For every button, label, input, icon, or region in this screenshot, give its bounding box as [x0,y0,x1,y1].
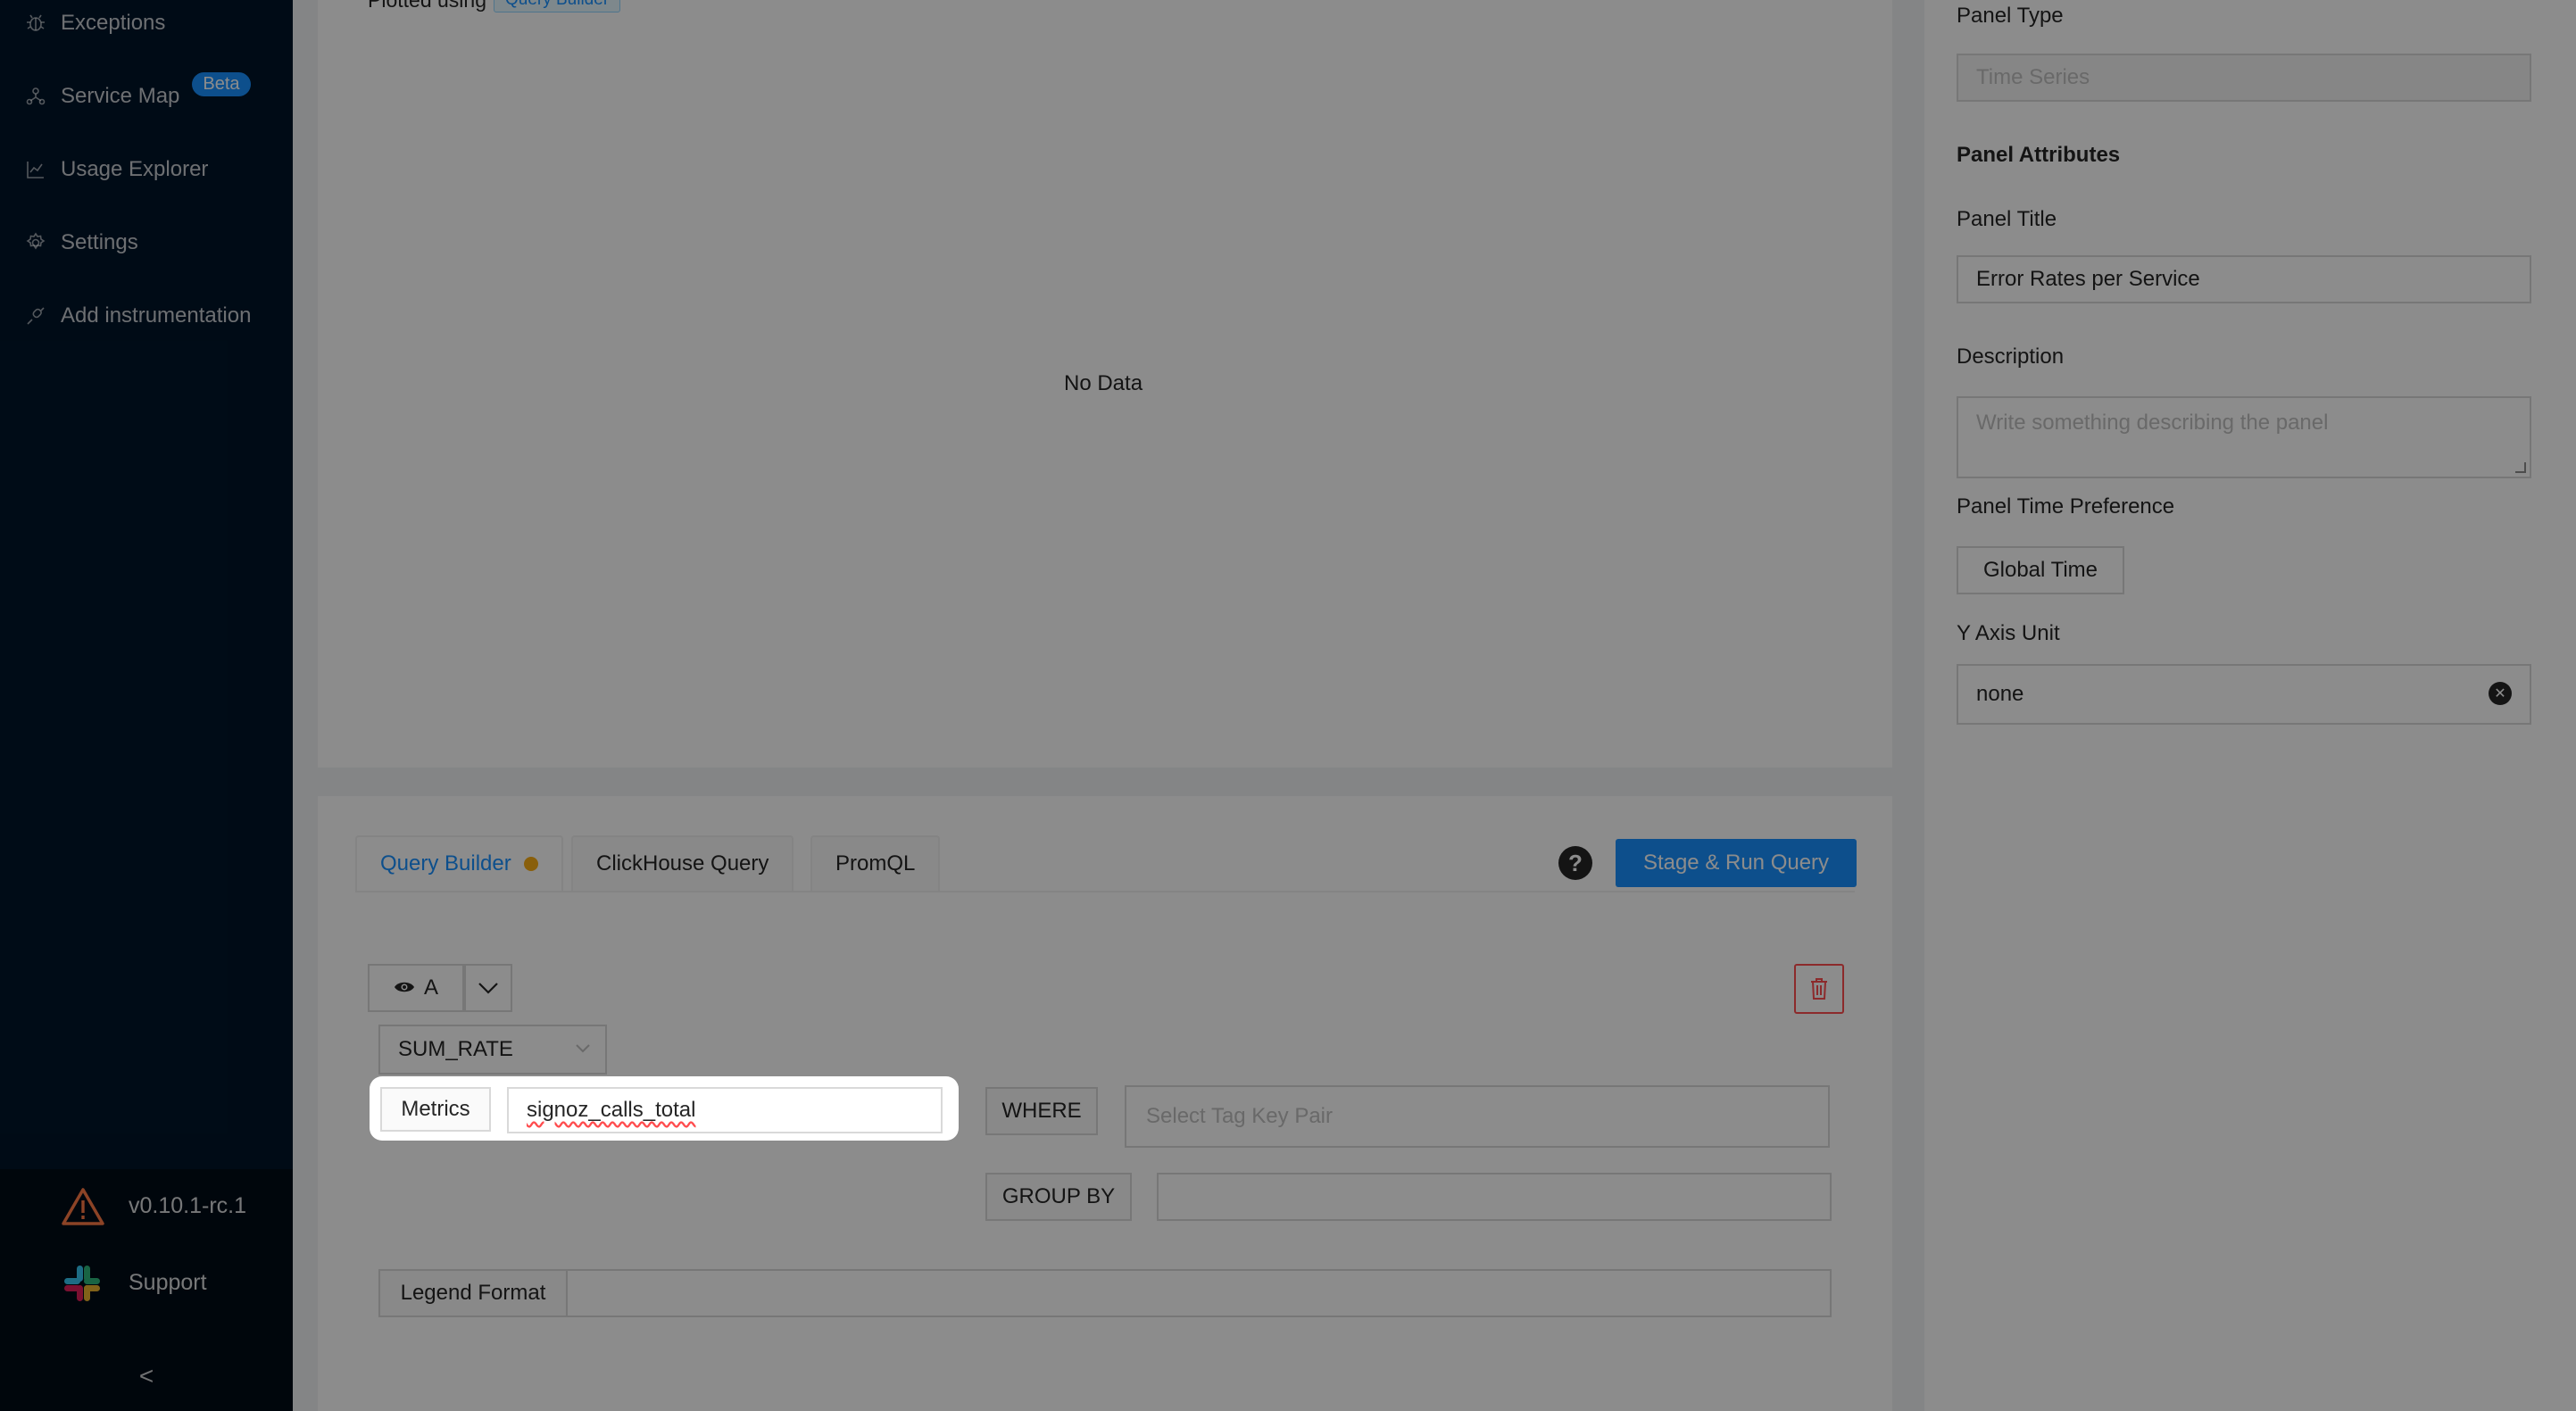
metric-name-input[interactable]: signoz_calls_total [507,1087,943,1133]
metrics-label: Metrics [380,1087,491,1132]
sidebar-item-label: Settings [61,230,138,254]
tab-label: ClickHouse Query [596,851,769,876]
sidebar-item-usage-explorer[interactable]: Usage Explorer [0,143,293,196]
panel-title-input[interactable]: Error Rates per Service [1957,255,2531,303]
y-axis-unit-label: Y Axis Unit [1957,621,2060,645]
sidebar-item-service-map[interactable]: Service Map Beta [0,70,293,123]
tab-label: Query Builder [380,851,511,876]
bug-icon [25,12,46,34]
legend-format-input[interactable] [566,1269,1832,1317]
metric-name-value: signoz_calls_total [527,1098,696,1122]
chevron-down-icon [575,1039,591,1059]
group-by-input[interactable] [1157,1173,1832,1221]
clear-icon[interactable]: ✕ [2489,682,2512,705]
eye-icon [394,976,415,1000]
resize-handle-icon[interactable] [2515,462,2526,473]
unsaved-dot [523,857,538,871]
delete-query-button[interactable] [1794,964,1844,1014]
panel-title-label: Panel Title [1957,207,2057,231]
global-time-button[interactable]: Global Time [1957,546,2124,594]
query-name: A [423,975,438,1000]
api-icon [25,305,46,327]
panel-type-label: Panel Type [1957,4,2064,28]
beta-badge: Beta [192,71,251,96]
tab-query-builder[interactable]: Query Builder [355,835,563,891]
sidebar-collapse-button[interactable]: < [0,1340,293,1411]
legend-format-label: Legend Format [378,1269,568,1317]
query-visibility-toggle[interactable]: A [368,964,464,1012]
sidebar-item-label: Service Map [61,84,180,108]
sidebar-item-label: Add instrumentation [61,303,252,328]
sidebar-item-label: Exceptions [61,11,166,35]
version-text: v0.10.1-rc.1 [129,1192,247,1218]
question-icon[interactable]: ? [1558,846,1592,880]
line-chart-icon [25,159,46,180]
group-by-label: GROUP BY [985,1173,1132,1221]
where-label: WHERE [985,1087,1098,1135]
deployment-icon [25,86,46,107]
slack-icon [64,1266,100,1301]
sidebar-item-settings[interactable]: Settings [0,216,293,270]
trash-icon [1811,978,1827,1000]
plotted-using: Plotted using Query Builder [368,0,621,12]
description-placeholder: Write something describing the panel [1976,411,2329,435]
description-textarea[interactable]: Write something describing the panel [1957,396,2531,478]
tab-clickhouse-query[interactable]: ClickHouse Query [571,835,794,891]
support-link[interactable]: Support [0,1246,293,1319]
gear-icon [25,232,46,253]
support-label: Support [129,1269,207,1295]
tabs-divider [355,891,1855,892]
time-preference-label: Panel Time Preference [1957,494,2175,519]
stage-run-query-button[interactable]: Stage & Run Query [1616,839,1857,887]
aggregate-value: SUM_RATE [398,1037,513,1061]
query-collapse-button[interactable] [464,964,512,1012]
chevron-left-icon: < [138,1361,154,1390]
aggregate-select[interactable]: SUM_RATE [378,1025,607,1075]
panel-type-select[interactable]: Time Series [1957,54,2531,102]
panel-attributes-heading: Panel Attributes [1957,143,2121,167]
description-label: Description [1957,344,2065,369]
version-indicator[interactable]: v0.10.1-rc.1 [0,1169,293,1242]
sidebar-item-add-instrumentation[interactable]: Add instrumentation [0,289,293,343]
plotted-using-tag: Query Builder [493,0,621,12]
plotted-using-label: Plotted using [368,0,486,12]
warning-icon [62,1188,104,1225]
no-data-text: No Data [1064,371,1143,395]
tag-filter-input[interactable]: Select Tag Key Pair [1125,1085,1830,1148]
chevron-down-icon [478,983,498,994]
sidebar-item-exceptions[interactable]: Exceptions [0,0,293,50]
y-axis-unit-select[interactable]: none [1957,664,2531,725]
tab-label: PromQL [835,851,916,876]
tab-promql[interactable]: PromQL [810,835,941,891]
sidebar-item-label: Usage Explorer [61,157,209,181]
